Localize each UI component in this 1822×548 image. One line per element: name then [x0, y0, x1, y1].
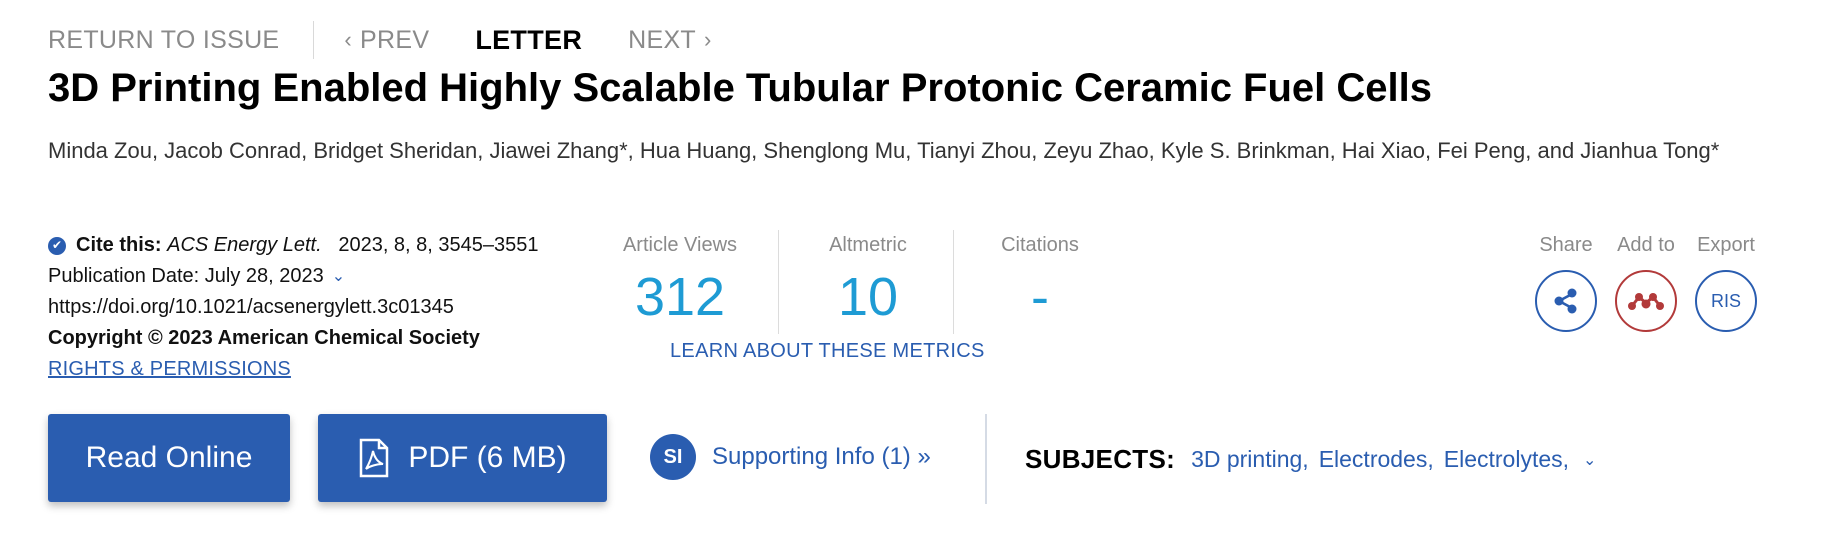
chevron-down-icon[interactable]: ⌄ [332, 261, 345, 292]
next-label: NEXT [628, 25, 696, 54]
share-icon [1554, 288, 1577, 314]
check-circle-icon: ✔ [48, 236, 66, 255]
supporting-info-badge: SI [650, 434, 696, 480]
copyright-text: Copyright © 2023 American Chemical Socie… [48, 327, 480, 349]
ris-label: RIS [1710, 290, 1741, 311]
doi-link[interactable]: https://doi.org/10.1021/acsenergylett.3c… [48, 292, 454, 323]
publication-date: Publication Date: July 28, 2023 [48, 265, 324, 287]
subject-link[interactable]: Electrolytes [1444, 446, 1563, 473]
metric-divider [778, 230, 779, 334]
export-tool: Export RIS [1693, 228, 1759, 332]
add-to-tool: Add to [1613, 228, 1679, 332]
journal-name: ACS Energy Lett. [167, 234, 322, 256]
return-to-issue-link[interactable]: RETURN TO ISSUE [48, 26, 279, 55]
prev-link[interactable]: ‹ PREV [344, 26, 429, 55]
next-link[interactable]: NEXT › [628, 26, 712, 55]
subjects-row: SUBJECTS: 3D printing, Electrodes, Elect… [1025, 444, 1596, 475]
export-label: Export [1697, 234, 1755, 256]
cite-row: ✔ Cite this: ACS Energy Lett. 2023, 8, 8… [48, 230, 539, 261]
section-divider [985, 414, 987, 504]
mendeley-icon [1628, 293, 1664, 310]
article-nav: RETURN TO ISSUE ‹ PREV LETTER NEXT › [48, 20, 712, 60]
current-article-type: LETTER [475, 24, 583, 55]
share-tool: Share [1533, 228, 1599, 332]
prev-label: PREV [360, 25, 430, 54]
chevron-left-icon: ‹ [344, 27, 353, 52]
altmetric-metric[interactable]: Altmetric 10 [807, 228, 929, 334]
subjects-heading: SUBJECTS: [1025, 444, 1176, 474]
rights-permissions-link[interactable]: RIGHTS & PERMISSIONS [48, 354, 291, 385]
citation-block: ✔ Cite this: ACS Energy Lett. 2023, 8, 8… [48, 230, 539, 385]
learn-about-metrics-link[interactable]: LEARN ABOUT THESE METRICS [670, 340, 985, 363]
export-ris-button[interactable]: RIS [1695, 270, 1757, 332]
citations-label: Citations [1001, 234, 1079, 256]
chevron-right-icon: › [704, 27, 712, 52]
chevron-down-icon[interactable]: ⌄ [1583, 450, 1596, 470]
pdf-icon [358, 438, 390, 478]
subject-link[interactable]: 3D printing [1191, 446, 1302, 473]
altmetric-label: Altmetric [829, 234, 907, 256]
subject-separator: , [1427, 446, 1434, 472]
publication-date-row[interactable]: Publication Date: July 28, 2023 ⌄ [48, 261, 539, 292]
read-online-label: Read Online [85, 441, 253, 474]
add-to-mendeley-button[interactable] [1615, 270, 1677, 332]
metrics-panel: Article Views 312 Altmetric 10 Citations… [610, 228, 1102, 334]
article-tools: Share Add to Export RIS [1533, 228, 1759, 332]
nav-divider [313, 21, 315, 59]
subject-link[interactable]: Electrodes [1319, 446, 1428, 473]
article-title: 3D Printing Enabled Highly Scalable Tubu… [48, 66, 1433, 110]
citations-value: - [1031, 267, 1049, 327]
add-to-label: Add to [1617, 234, 1675, 256]
supporting-info-link[interactable]: SI Supporting Info (1) » [650, 434, 931, 480]
subject-separator: , [1562, 446, 1570, 472]
citations-metric: Citations - [978, 228, 1102, 334]
cite-ref: 2023, 8, 8, 3545–3551 [338, 234, 539, 256]
pdf-download-button[interactable]: PDF (6 MB) [318, 414, 607, 502]
author-list[interactable]: Minda Zou, Jacob Conrad, Bridget Sherida… [48, 134, 1768, 168]
supporting-info-label: Supporting Info (1) » [712, 443, 931, 470]
article-views-metric: Article Views 312 [610, 228, 750, 334]
share-label: Share [1539, 234, 1593, 256]
read-online-button[interactable]: Read Online [48, 414, 290, 502]
share-button[interactable] [1535, 270, 1597, 332]
article-views-value: 312 [634, 267, 726, 327]
article-views-label: Article Views [622, 234, 738, 256]
metric-divider [953, 230, 954, 334]
altmetric-value[interactable]: 10 [807, 262, 929, 332]
pdf-label: PDF (6 MB) [408, 441, 567, 474]
subject-separator: , [1302, 446, 1309, 472]
cite-label[interactable]: Cite this: [76, 230, 162, 261]
